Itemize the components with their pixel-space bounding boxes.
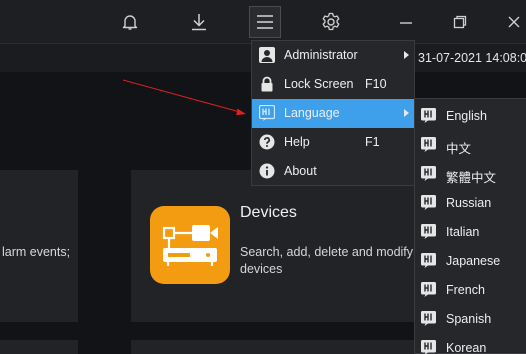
alarm-card-description: larm events; <box>2 245 71 259</box>
menu-item-help[interactable]: Help F1 <box>252 128 414 157</box>
language-label: 中文 <box>446 142 472 156</box>
restore-icon[interactable] <box>444 6 476 38</box>
language-option-italian[interactable]: Italian <box>415 217 526 246</box>
language-label: 繁體中文 <box>446 171 497 185</box>
language-option-korean[interactable]: Korean <box>415 333 526 354</box>
language-label: French <box>446 283 485 297</box>
minimize-icon[interactable] <box>390 6 422 38</box>
language-option-russian[interactable]: Russian <box>415 188 526 217</box>
info-icon <box>259 163 275 179</box>
menu-item-label: Help <box>284 135 310 149</box>
devices-icon <box>150 206 230 284</box>
menu-item-label: Lock Screen <box>284 77 354 91</box>
language-label: Russian <box>446 196 492 210</box>
language-icon <box>421 282 436 297</box>
menu-item-lock-screen[interactable]: Lock Screen F10 <box>252 70 414 99</box>
menu-item-about[interactable]: About <box>252 157 414 186</box>
datetime-display: 31-07-2021 14:08:0 <box>418 51 526 65</box>
next-card-left[interactable] <box>0 340 78 354</box>
close-icon[interactable] <box>498 6 526 38</box>
language-icon <box>258 104 276 121</box>
language-option-chinese-simplified[interactable]: 中文 <box>415 130 526 159</box>
title-bar <box>0 0 526 43</box>
shortcut-label: F10 <box>365 77 387 91</box>
language-icon <box>421 253 436 268</box>
bell-icon[interactable] <box>114 6 146 38</box>
language-option-chinese-traditional[interactable]: 繁體中文 <box>415 159 526 188</box>
lock-icon <box>259 76 275 92</box>
help-icon <box>259 134 275 150</box>
language-label: Spanish <box>446 312 492 326</box>
language-icon <box>421 108 436 123</box>
language-icon <box>421 311 436 326</box>
menu-icon[interactable] <box>249 6 281 38</box>
language-label: Japanese <box>446 254 501 268</box>
language-icon <box>421 195 436 210</box>
gear-icon[interactable] <box>315 6 347 38</box>
language-label: Korean <box>446 341 487 354</box>
next-card-right[interactable] <box>131 340 431 354</box>
menu-item-language[interactable]: Language <box>252 99 414 128</box>
language-label: English <box>446 109 487 123</box>
submenu-arrow-icon <box>404 109 409 117</box>
menu-item-label: Language <box>284 106 340 120</box>
menu-item-administrator[interactable]: Administrator <box>252 41 414 70</box>
devices-title: Devices <box>240 204 297 221</box>
language-icon <box>421 340 436 354</box>
menu-item-label: About <box>284 164 317 178</box>
language-option-french[interactable]: French <box>415 275 526 304</box>
language-label: Italian <box>446 225 480 239</box>
language-icon <box>421 137 436 152</box>
language-icon <box>421 224 436 239</box>
main-menu-dropdown: Administrator Lock Screen F10 Language H… <box>251 40 415 186</box>
language-option-english[interactable]: English <box>415 101 526 130</box>
submenu-arrow-icon <box>404 51 409 59</box>
shortcut-label: F1 <box>365 135 380 149</box>
language-icon <box>421 166 436 181</box>
language-option-japanese[interactable]: Japanese <box>415 246 526 275</box>
language-option-spanish[interactable]: Spanish <box>415 304 526 333</box>
user-icon <box>259 47 275 63</box>
menu-item-label: Administrator <box>284 48 358 62</box>
devices-description: Search, add, delete and modify devices <box>240 245 414 276</box>
download-icon[interactable] <box>183 6 215 38</box>
language-submenu: English 中文 繁體中文 Russian Italian Japanese… <box>414 98 526 354</box>
